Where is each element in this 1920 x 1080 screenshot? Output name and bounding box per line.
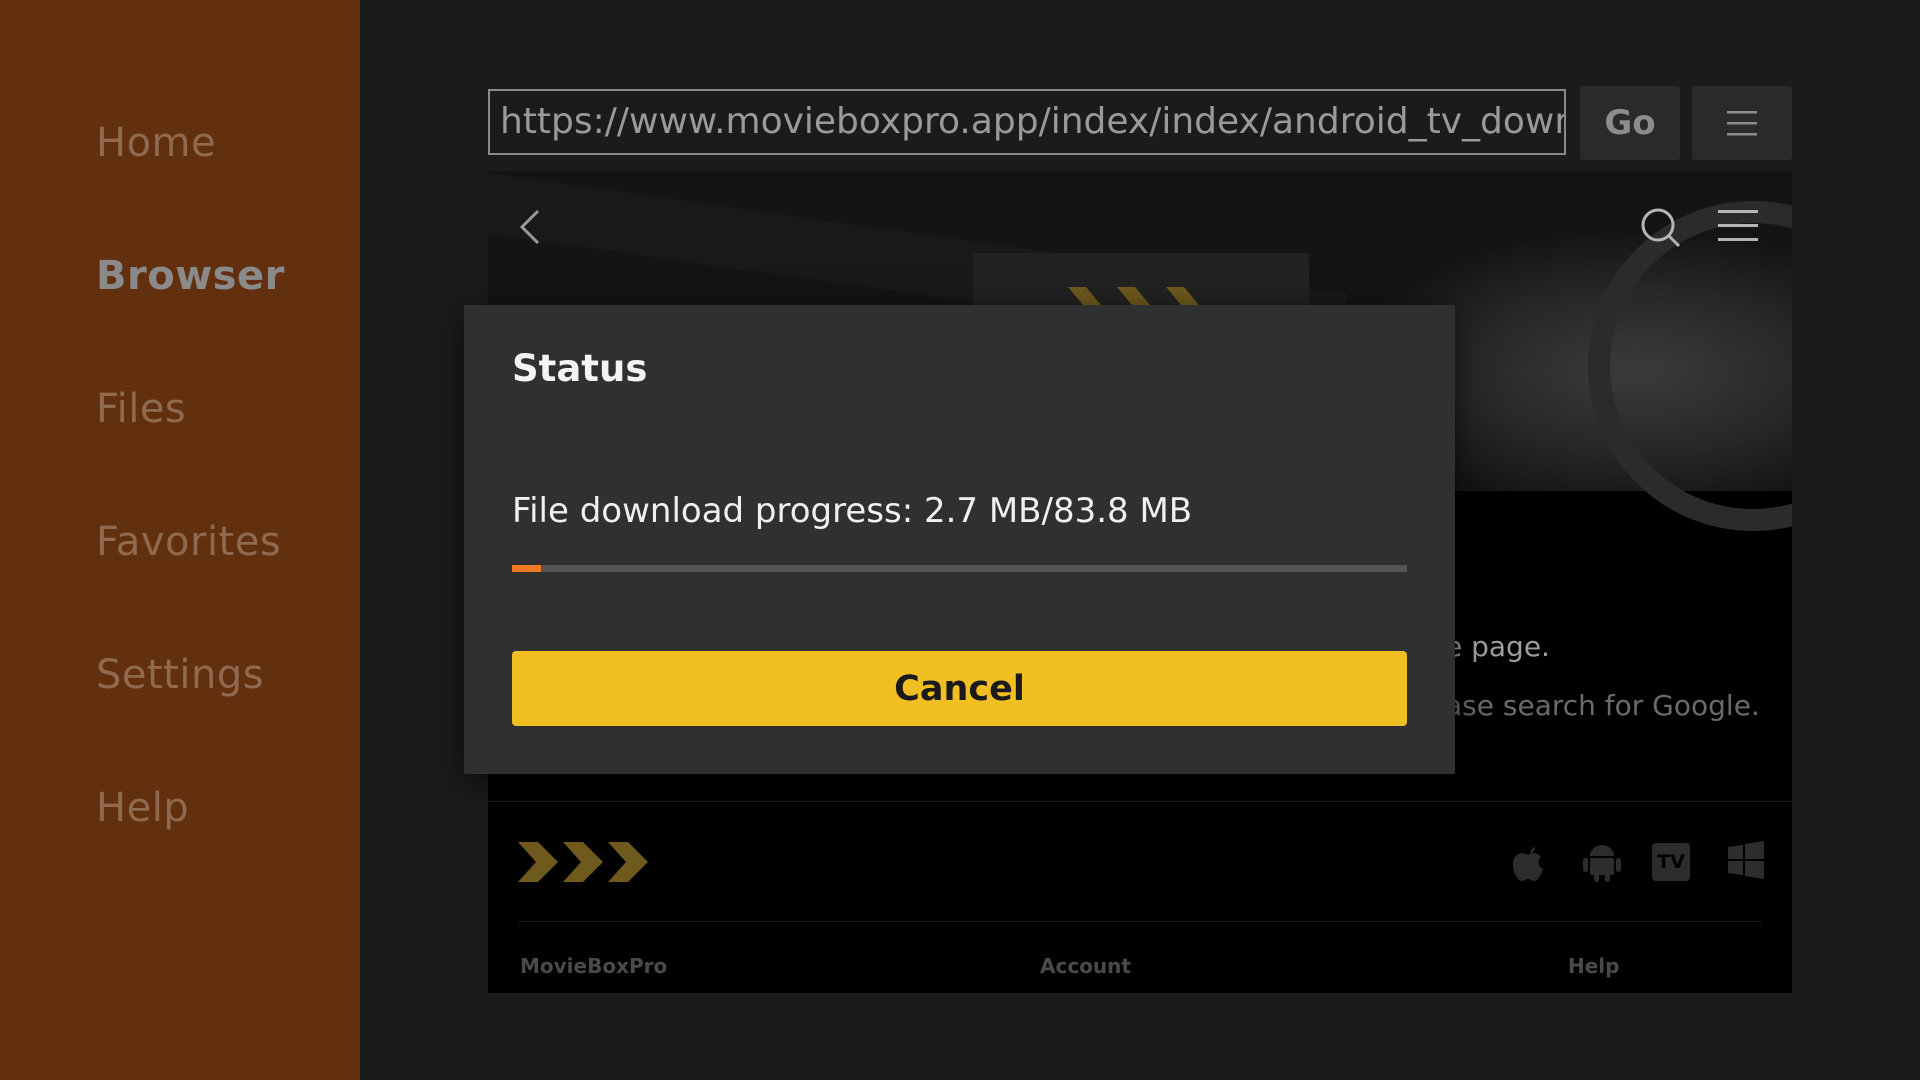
back-icon[interactable]	[518, 207, 542, 247]
sidebar-item-favorites[interactable]: Favorites	[96, 519, 281, 565]
page-text-line-1: e page.	[1445, 630, 1550, 663]
footer-logo	[518, 842, 648, 882]
footer-link-account[interactable]: Account	[1040, 954, 1131, 978]
tv-icon[interactable]: TV	[1652, 843, 1690, 881]
sidebar-item-help[interactable]: Help	[96, 785, 189, 831]
download-progress-text: File download progress: 2.7 MB/83.8 MB	[512, 491, 1193, 531]
sidebar-item-browser[interactable]: Browser	[96, 253, 285, 299]
sidebar-item-files[interactable]: Files	[96, 386, 186, 432]
hamburger-icon	[1727, 111, 1757, 136]
hamburger-icon[interactable]	[1718, 209, 1758, 243]
hero-film-reel	[1588, 201, 1792, 531]
footer-divider	[488, 801, 1792, 802]
browser-menu-button[interactable]	[1692, 86, 1792, 160]
sidebar: Home Browser Files Favorites Settings He…	[0, 0, 360, 1080]
sidebar-item-home[interactable]: Home	[96, 120, 216, 166]
dialog-title: Status	[512, 347, 648, 390]
page-text-line-2: ase search for Google.	[1445, 689, 1760, 722]
status-dialog: Status File download progress: 2.7 MB/83…	[464, 305, 1455, 774]
cancel-button[interactable]: Cancel	[512, 651, 1407, 726]
footer-link-movieboxpro[interactable]: MovieBoxPro	[520, 954, 667, 978]
url-input[interactable]: https://www.movieboxpro.app/index/index/…	[488, 89, 1566, 155]
download-progress-bar	[512, 565, 1407, 572]
sidebar-item-settings[interactable]: Settings	[96, 652, 264, 698]
footer-link-help[interactable]: Help	[1568, 954, 1619, 978]
android-icon[interactable]	[1582, 839, 1622, 883]
download-progress-fill	[512, 565, 541, 572]
go-button[interactable]: Go	[1580, 86, 1680, 160]
apple-icon[interactable]	[1508, 839, 1548, 883]
footer-divider-2	[518, 921, 1762, 922]
search-icon[interactable]	[1640, 207, 1682, 249]
windows-icon[interactable]	[1726, 839, 1766, 881]
